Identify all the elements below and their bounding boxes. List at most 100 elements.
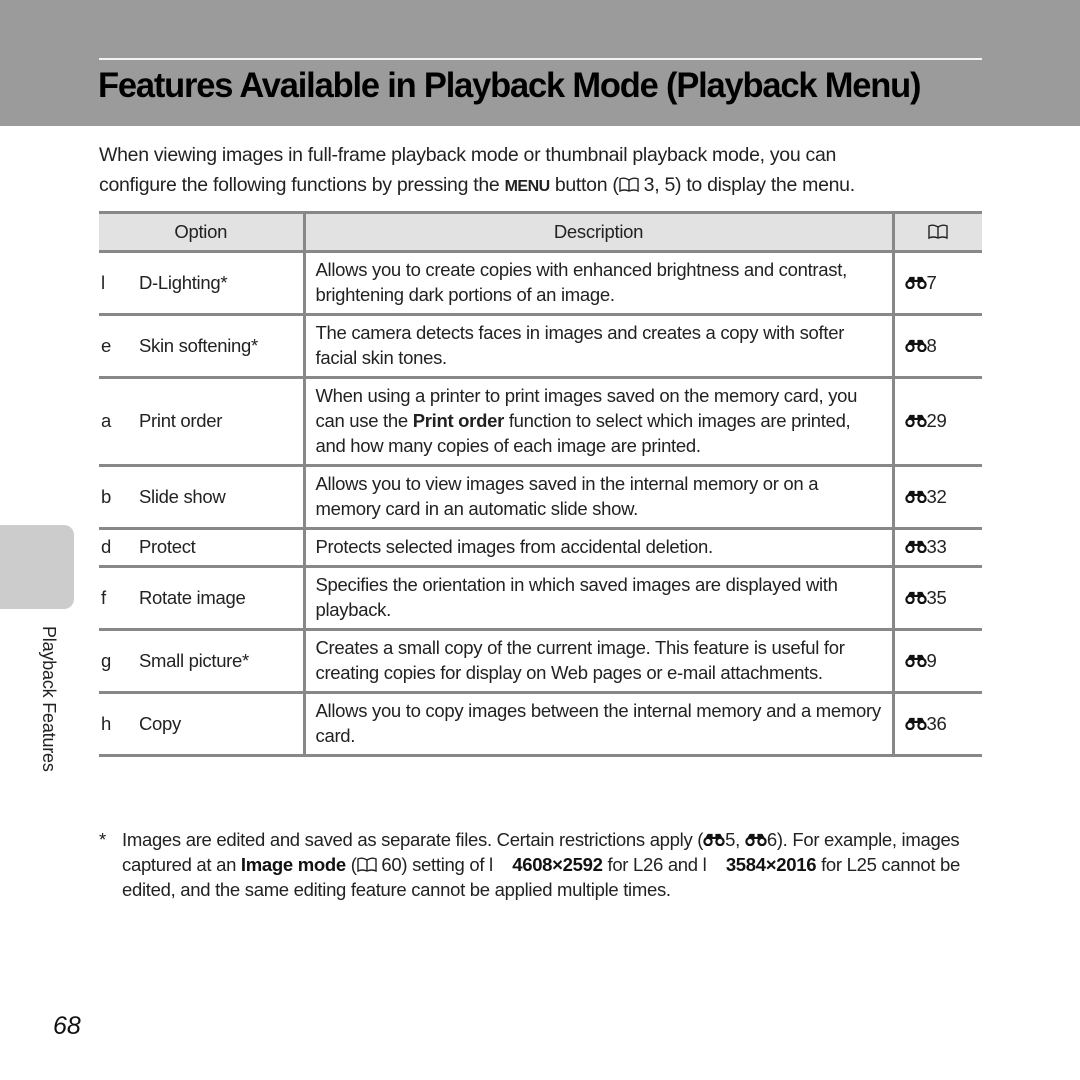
intro-text: button ( bbox=[549, 174, 619, 196]
binoculars-icon bbox=[904, 654, 927, 667]
option-cell: d Protect bbox=[99, 528, 304, 568]
table-header-row: Option Description bbox=[99, 211, 982, 253]
reference-page: 36 bbox=[926, 712, 947, 734]
footnote-text: for L26 and bbox=[602, 854, 703, 875]
description-cell: Protects selected images from accidental… bbox=[302, 528, 893, 568]
reference-cell: 29 bbox=[891, 377, 982, 467]
option-icon: g bbox=[101, 649, 111, 671]
binoculars-icon bbox=[904, 490, 927, 503]
option-cell: a Print order bbox=[99, 377, 304, 467]
page-number: 68 bbox=[53, 1012, 81, 1040]
footnote-text: ) setting of bbox=[401, 854, 490, 875]
option-icon: f bbox=[101, 586, 106, 608]
reference-cell: 8 bbox=[891, 314, 982, 379]
option-label: Print order bbox=[139, 410, 223, 431]
option-label: Copy bbox=[139, 712, 181, 734]
image-size-value: 4608×2592 bbox=[512, 854, 603, 875]
intro-text: 3, 5) to display the menu. bbox=[638, 174, 855, 196]
binoculars-icon bbox=[904, 276, 927, 289]
binoculars-icon bbox=[703, 833, 725, 846]
binoculars-icon bbox=[904, 540, 927, 553]
option-label: Slide show bbox=[139, 485, 226, 507]
reference-page: 7 bbox=[926, 271, 937, 293]
image-size-value: 3584×2016 bbox=[725, 854, 817, 875]
footnote-text: , bbox=[735, 829, 745, 850]
table-row: b Slide show Allows you to view images sav… bbox=[99, 465, 982, 530]
reference-cell: 36 bbox=[891, 692, 982, 757]
table-row: g Small picture* Creates a small copy of t… bbox=[99, 629, 982, 694]
reference-page: 8 bbox=[926, 334, 937, 356]
header-description: Description bbox=[302, 211, 893, 253]
image-size-icon: l bbox=[702, 854, 707, 875]
option-cell: b Slide show bbox=[99, 465, 304, 530]
footnote-ref: 60 bbox=[376, 854, 402, 875]
book-icon bbox=[928, 224, 948, 240]
table-row: f Rotate image Specifies the orientation i… bbox=[99, 566, 982, 631]
description-cell: Allows you to view images saved in the i… bbox=[302, 465, 893, 530]
page-title: Features Available in Playback Mode (Pla… bbox=[98, 66, 922, 105]
table-row: h Copy Allows you to copy images between t… bbox=[99, 692, 982, 757]
footnote-ref: 6 bbox=[766, 829, 777, 850]
features-table: Option Description l D-Lighting* Allows yo… bbox=[99, 211, 982, 757]
description-cell: Specifies the orientation in which saved… bbox=[302, 566, 893, 631]
reference-page: 33 bbox=[926, 536, 947, 557]
option-label: D-Lighting* bbox=[139, 271, 228, 293]
menu-button-glyph: MENU bbox=[504, 178, 551, 195]
binoculars-icon bbox=[904, 414, 927, 427]
binoculars-icon bbox=[745, 833, 767, 846]
binoculars-icon bbox=[904, 591, 927, 604]
footnote-ref: 5 bbox=[725, 829, 736, 850]
option-icon: h bbox=[101, 712, 111, 734]
option-cell: g Small picture* bbox=[99, 629, 304, 694]
header-reference bbox=[891, 211, 982, 253]
option-icon: a bbox=[101, 410, 111, 431]
description-cell: When using a printer to print images sav… bbox=[302, 377, 893, 467]
section-label: Playback Features bbox=[39, 626, 59, 772]
table-row: d Protect Protects selected images from ac… bbox=[99, 528, 982, 568]
image-mode-label: Image mode bbox=[240, 854, 346, 875]
reference-page: 9 bbox=[926, 649, 937, 671]
intro-line-1: When viewing images in full-frame playba… bbox=[99, 144, 837, 166]
intro-paragraph: When viewing images in full-frame playba… bbox=[99, 140, 989, 202]
reference-cell: 32 bbox=[891, 465, 982, 530]
footnote-marker: * bbox=[99, 829, 106, 850]
option-label: Small picture* bbox=[139, 649, 249, 671]
binoculars-icon bbox=[904, 339, 927, 352]
table-row: l D-Lighting* Allows you to create copies … bbox=[99, 251, 982, 316]
option-cell: h Copy bbox=[99, 692, 304, 757]
reference-cell: 9 bbox=[891, 629, 982, 694]
description-text: Allows you to view images saved in the i… bbox=[315, 473, 819, 519]
footnote: * Images are edited and saved as separat… bbox=[99, 827, 989, 902]
description-text: Creates a small copy of the current imag… bbox=[315, 637, 845, 683]
header-band: Features Available in Playback Mode (Pla… bbox=[0, 0, 1080, 126]
description-text: The camera detects faces in images and c… bbox=[315, 322, 845, 368]
description-cell: Allows you to create copies with enhance… bbox=[302, 251, 893, 316]
option-cell: l D-Lighting* bbox=[99, 251, 304, 316]
option-label: Rotate image bbox=[139, 586, 246, 608]
table-row: e Skin softening* The camera detects faces… bbox=[99, 314, 982, 379]
description-cell: The camera detects faces in images and c… bbox=[302, 314, 893, 379]
image-size-icon: l bbox=[489, 854, 493, 875]
option-icon: l bbox=[101, 271, 105, 293]
book-icon bbox=[618, 177, 639, 193]
description-text: Protects selected images from accidental… bbox=[315, 536, 714, 557]
binoculars-icon bbox=[904, 717, 927, 730]
reference-page: 32 bbox=[926, 485, 947, 507]
footnote-text: Images are edited and saved as separate … bbox=[122, 829, 704, 850]
reference-page: 35 bbox=[926, 586, 947, 608]
option-cell: f Rotate image bbox=[99, 566, 304, 631]
option-label: Protect bbox=[139, 536, 196, 557]
reference-page: 29 bbox=[926, 410, 947, 431]
section-tab bbox=[0, 525, 74, 609]
footnote-text: ( bbox=[345, 854, 357, 875]
option-cell: e Skin softening* bbox=[99, 314, 304, 379]
intro-text: configure the following functions by pre… bbox=[99, 174, 505, 196]
option-icon: b bbox=[101, 485, 111, 507]
option-icon: d bbox=[101, 536, 111, 557]
book-icon bbox=[356, 857, 377, 873]
description-text: Specifies the orientation in which saved… bbox=[315, 574, 838, 620]
reference-cell: 7 bbox=[891, 251, 982, 316]
description-emphasis: Print order bbox=[412, 410, 505, 431]
table-row: a Print order When using a printer to prin… bbox=[99, 377, 982, 467]
option-label: Skin softening* bbox=[139, 334, 258, 356]
